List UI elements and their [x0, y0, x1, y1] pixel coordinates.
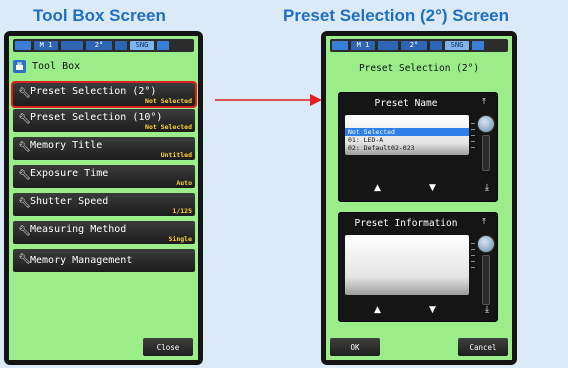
menu-item-preset-selection-2[interactable]: 🔧︎ Preset Selection (2°) Not Selected	[11, 81, 197, 108]
menu-item-value: 1/125	[172, 207, 192, 215]
tool-box-title: Tool Box	[32, 60, 81, 72]
status-segment	[115, 41, 127, 50]
menu-item-shutter-speed[interactable]: 🔧︎ Shutter Speed 1/125	[13, 193, 195, 216]
tool-box-header: Tool Box	[13, 57, 194, 75]
menu-item-label: Exposure Time	[30, 168, 109, 179]
battery-icon	[332, 41, 348, 50]
status-segment	[61, 41, 83, 50]
list-item[interactable]: 02: Default02-023	[345, 144, 469, 152]
tool-box-screen: M 1 2° SNG Tool Box 🔧︎ Preset Selection …	[9, 36, 198, 360]
list-item[interactable]: 01: LED-A	[345, 136, 469, 144]
scroll-down-icon[interactable]: ▼	[429, 184, 436, 193]
menu-item-label: Memory Management	[30, 255, 133, 266]
lock-icon	[157, 41, 169, 50]
list-item[interactable]	[345, 115, 469, 123]
preset-selection-screen-caption: Preset Selection (2°) Screen	[283, 6, 510, 25]
ok-button[interactable]: OK	[330, 338, 380, 356]
status-bar: M 1 2° SNG	[13, 39, 194, 52]
menu-item-value: Single	[168, 235, 192, 243]
scrollbar[interactable]	[482, 255, 490, 305]
menu-item-label: Preset Selection (10°)	[30, 112, 163, 123]
status-segment	[378, 41, 398, 50]
scroll-up-icon[interactable]: ▲	[374, 184, 381, 193]
scroll-bottom-icon[interactable]: ⤓	[485, 184, 489, 193]
angle-indicator: 2°	[86, 41, 112, 50]
sync-indicator: SNG	[130, 41, 154, 50]
preset-information-box	[345, 235, 469, 295]
preset-selection-screen: M 1 2° SNG Preset Selection (2°) Preset …	[326, 36, 512, 360]
menu-item-value: Not Selected	[145, 123, 192, 131]
menu-item-measuring-method[interactable]: 🔧︎ Measuring Method Single	[13, 221, 195, 244]
wrench-icon: 🔧︎	[18, 170, 31, 181]
status-bar: M 1 2° SNG	[330, 39, 508, 52]
menu-item-label: Preset Selection (2°)	[30, 86, 157, 97]
menu-item-memory-title[interactable]: 🔧︎ Memory Title Untitled	[13, 137, 195, 160]
wrench-icon: 🔧︎	[18, 254, 31, 265]
wrench-icon: 🔧︎	[18, 226, 31, 237]
lock-icon	[472, 41, 484, 50]
wrench-icon: 🔧︎	[18, 198, 31, 209]
menu-item-label: Shutter Speed	[30, 196, 109, 207]
scroll-bottom-icon[interactable]: ⤓	[485, 306, 489, 315]
menu-item-value: Untitled	[160, 151, 192, 159]
scroll-ticks	[471, 243, 475, 273]
battery-icon	[15, 41, 31, 50]
menu-item-value: Not Selected	[145, 97, 192, 105]
scroll-knob[interactable]	[477, 235, 495, 253]
tool-box-screen-caption: Tool Box Screen	[33, 6, 166, 25]
menu-item-value: Auto	[176, 179, 192, 187]
cancel-button[interactable]: Cancel	[458, 338, 508, 356]
menu-item-memory-management[interactable]: 🔧︎ Memory Management	[13, 249, 195, 272]
scroll-top-icon[interactable]: ⤒	[478, 97, 490, 107]
list-item-selected[interactable]: Not Selected	[345, 128, 469, 136]
page-title: Preset Selection (2°)	[358, 63, 480, 74]
memory-mode-indicator: M 1	[34, 41, 58, 50]
menu-item-label: Measuring Method	[30, 224, 127, 235]
preset-information-title: Preset Information	[354, 218, 458, 229]
toolbox-icon	[13, 59, 26, 73]
close-button[interactable]: Close	[143, 338, 193, 356]
preset-name-panel: Preset Name ⤒ Not Selected 01: LED-A 02:…	[338, 92, 498, 202]
wrench-icon: 🔧︎	[18, 114, 31, 125]
preset-name-title: Preset Name	[374, 98, 438, 109]
preset-selection-device: M 1 2° SNG Preset Selection (2°) Preset …	[321, 31, 517, 365]
preset-information-panel: Preset Information ⤒ ▲ ▼ ⤓	[338, 212, 498, 322]
scroll-top-icon[interactable]: ⤒	[478, 217, 490, 227]
wrench-icon: 🔧︎	[18, 142, 31, 153]
scroll-down-icon[interactable]: ▼	[429, 306, 436, 315]
scroll-knob[interactable]	[477, 115, 495, 133]
menu-item-preset-selection-10[interactable]: 🔧︎ Preset Selection (10°) Not Selected	[13, 109, 195, 132]
status-segment	[430, 41, 442, 50]
preset-name-list: Not Selected 01: LED-A 02: Default02-023	[345, 115, 469, 155]
sync-indicator: SNG	[445, 41, 469, 50]
tool-box-device: M 1 2° SNG Tool Box 🔧︎ Preset Selection …	[4, 31, 203, 365]
scroll-up-icon[interactable]: ▲	[374, 306, 381, 315]
memory-mode-indicator: M 1	[351, 41, 375, 50]
scroll-ticks	[471, 123, 475, 153]
angle-indicator: 2°	[401, 41, 427, 50]
wrench-icon: 🔧︎	[18, 88, 31, 99]
menu-item-exposure-time[interactable]: 🔧︎ Exposure Time Auto	[13, 165, 195, 188]
scrollbar[interactable]	[482, 135, 490, 171]
menu-item-label: Memory Title	[30, 140, 103, 151]
